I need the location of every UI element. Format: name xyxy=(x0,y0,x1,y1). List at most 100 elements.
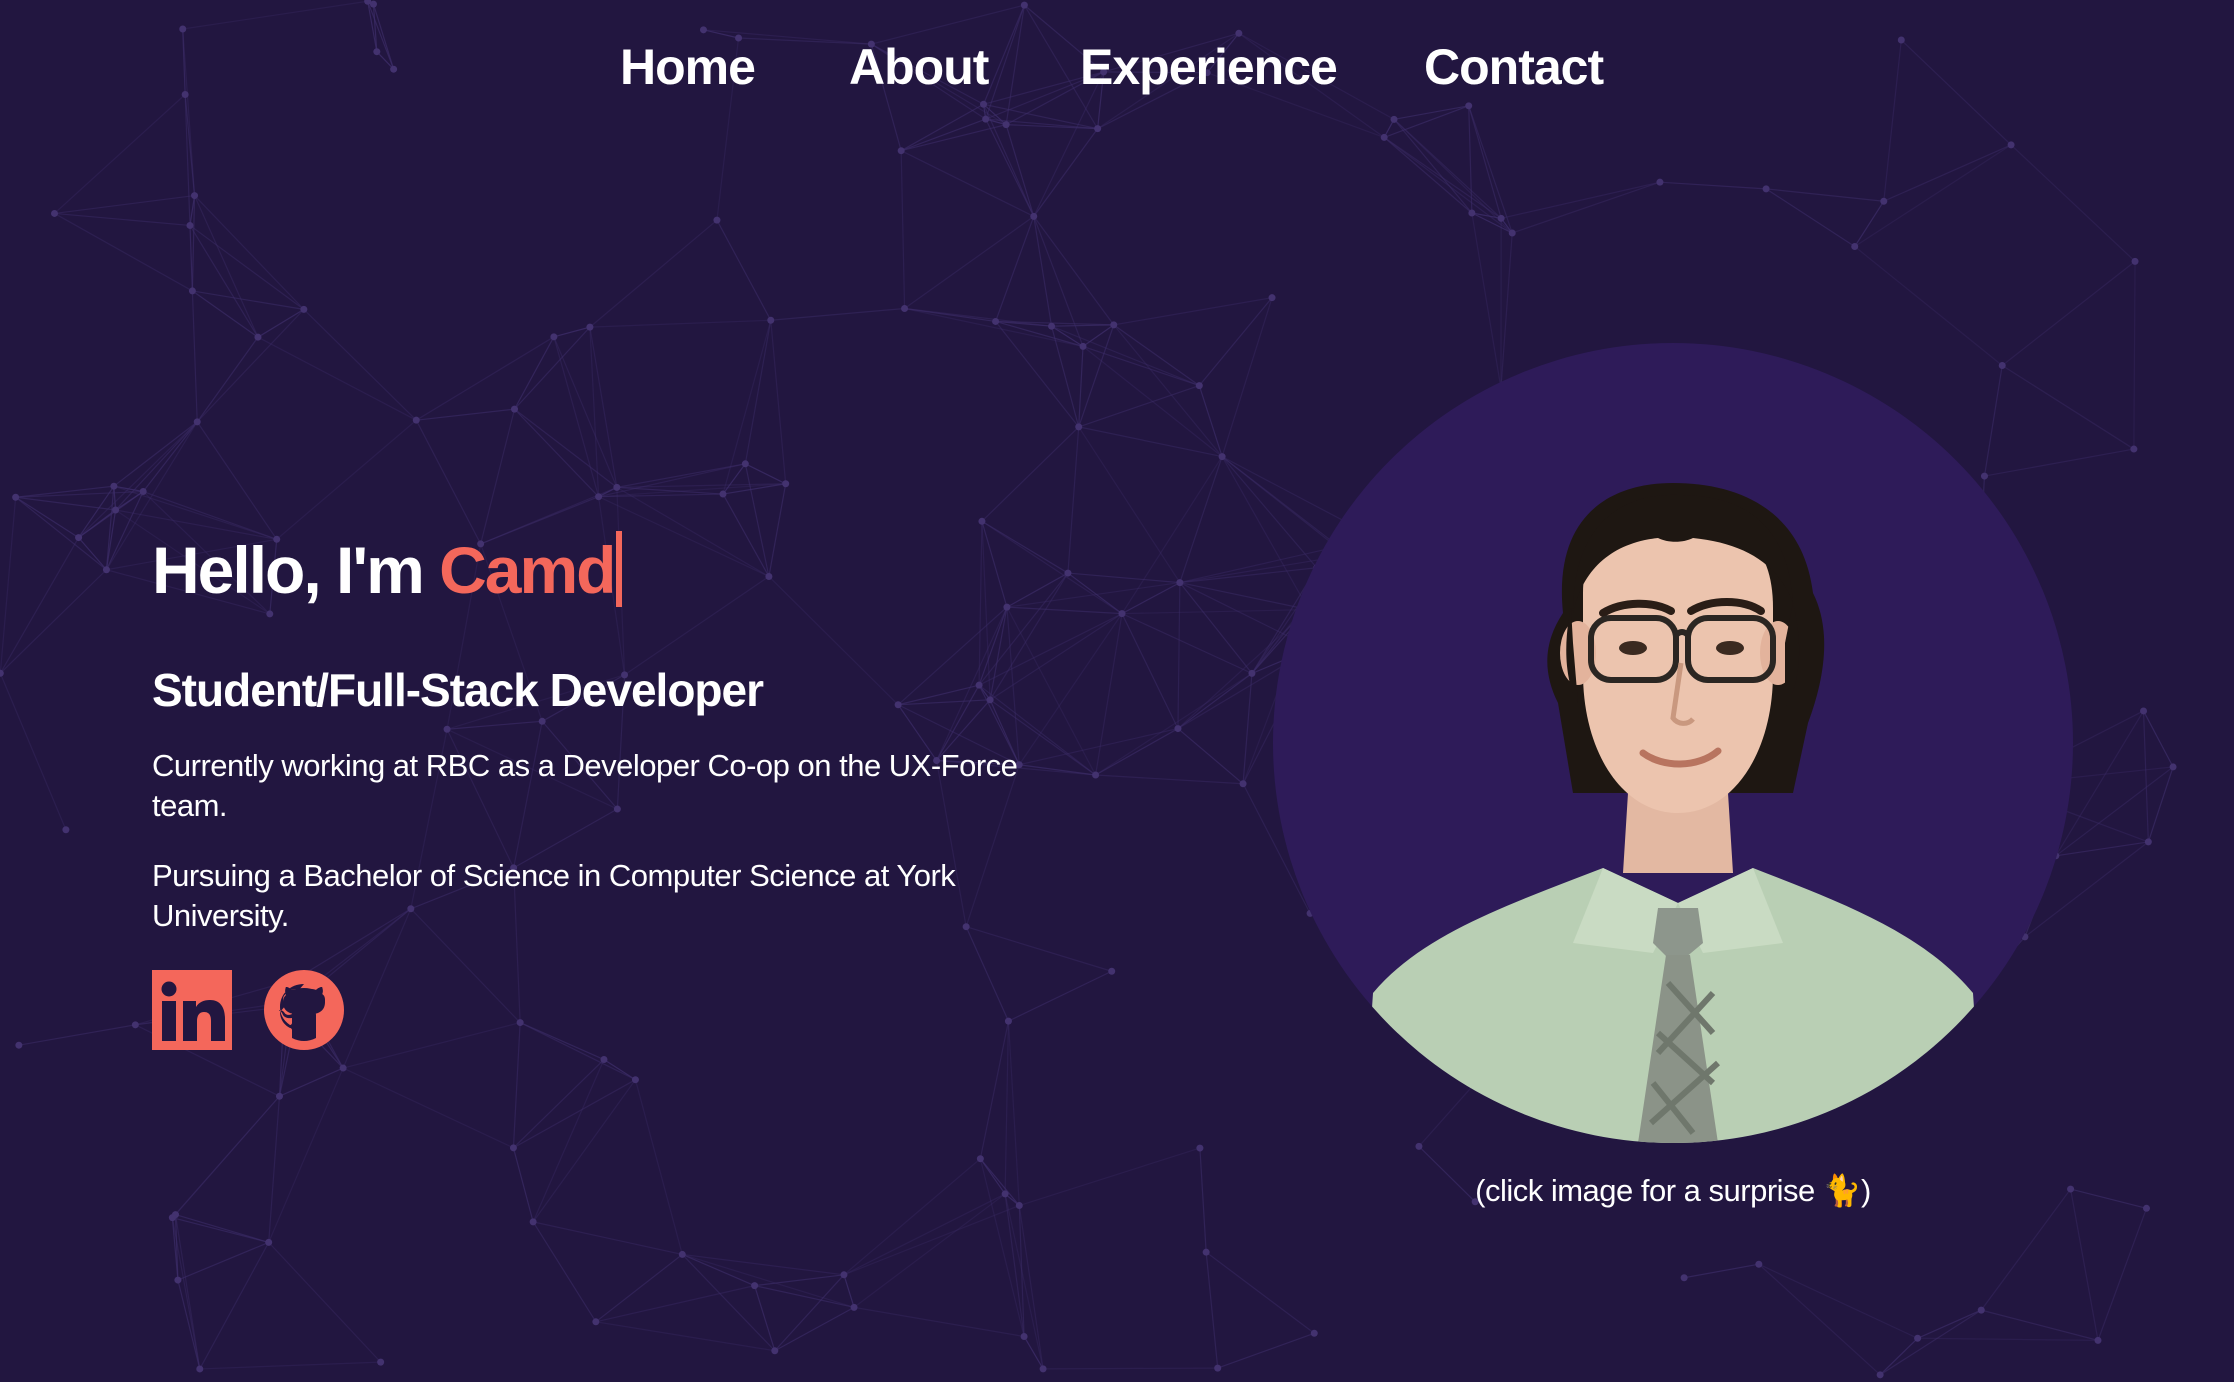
network-node xyxy=(1876,1371,1884,1379)
network-link xyxy=(15,490,144,498)
network-link xyxy=(2070,1188,2147,1209)
network-node xyxy=(1380,133,1388,141)
network-link xyxy=(0,569,107,674)
nav-experience[interactable]: Experience xyxy=(1080,38,1338,96)
github-icon[interactable] xyxy=(264,970,344,1050)
network-node xyxy=(1039,1365,1047,1373)
network-node xyxy=(982,115,990,123)
nav-contact[interactable]: Contact xyxy=(1424,38,1604,96)
nav-home[interactable]: Home xyxy=(620,38,756,96)
network-link xyxy=(2069,1188,2099,1341)
network-link xyxy=(257,336,417,421)
education-text: Pursuing a Bachelor of Science in Comput… xyxy=(152,858,956,933)
network-node xyxy=(978,517,986,525)
network-node xyxy=(188,287,196,295)
network-node xyxy=(1980,472,1988,480)
network-link xyxy=(1033,128,1099,217)
network-link xyxy=(54,212,193,292)
network-link xyxy=(995,321,1080,428)
network-link xyxy=(1766,188,1884,202)
current-job-text: Currently working at RBC as a Developer … xyxy=(152,748,1018,823)
network-node xyxy=(678,1250,686,1258)
network-link xyxy=(512,1147,534,1223)
network-link xyxy=(1177,728,1244,785)
network-link xyxy=(1512,181,1661,234)
network-node xyxy=(1248,669,1256,677)
network-link xyxy=(113,486,117,511)
network-link xyxy=(172,1217,269,1243)
network-link xyxy=(268,1241,382,1363)
linkedin-icon[interactable] xyxy=(152,970,232,1050)
nav-about[interactable]: About xyxy=(849,38,989,96)
network-link xyxy=(532,1221,597,1323)
typing-cursor xyxy=(616,531,623,607)
network-link xyxy=(553,336,618,488)
network-link xyxy=(1471,212,1502,389)
network-node xyxy=(897,147,905,155)
network-link xyxy=(770,320,787,484)
network-link xyxy=(415,336,555,421)
network-link xyxy=(722,320,772,495)
network-link xyxy=(1501,181,1661,219)
network-node xyxy=(1977,1306,1985,1314)
network-link xyxy=(15,496,79,539)
network-link xyxy=(1765,188,1856,248)
network-node xyxy=(1497,214,1505,222)
network-node xyxy=(1195,382,1203,390)
network-link xyxy=(1067,572,1123,615)
network-node xyxy=(1218,453,1226,461)
network-link xyxy=(1854,246,2003,366)
network-link xyxy=(196,421,278,540)
network-link xyxy=(193,195,259,338)
network-node xyxy=(275,1092,283,1100)
network-link xyxy=(853,1306,1025,1338)
network-link xyxy=(2097,1208,2148,1341)
network-link xyxy=(843,1274,855,1308)
network-node xyxy=(529,1218,537,1226)
portrait-image-button[interactable] xyxy=(1273,343,2073,1143)
network-link xyxy=(1113,297,1273,326)
network-node xyxy=(980,100,988,108)
network-link xyxy=(1033,216,1084,347)
network-node xyxy=(713,216,721,224)
network-node xyxy=(1015,1202,1023,1210)
network-link xyxy=(1179,567,1317,584)
network-link xyxy=(1051,324,1114,327)
network-node xyxy=(1310,1329,1318,1337)
network-node xyxy=(369,0,377,8)
network-link xyxy=(979,1158,1006,1195)
network-link xyxy=(196,308,305,423)
network-node xyxy=(2007,141,2015,149)
portrait-caption: (click image for a surprise 🐈) xyxy=(1475,1173,1871,1208)
network-node xyxy=(1239,780,1247,788)
network-link xyxy=(1221,456,1318,569)
network-node xyxy=(1998,361,2006,369)
network-node xyxy=(2142,1204,2150,1212)
network-node xyxy=(511,405,519,413)
network-link xyxy=(774,1306,855,1352)
network-link xyxy=(745,463,786,485)
network-link xyxy=(900,150,1035,217)
network-link xyxy=(1393,118,1473,214)
network-node xyxy=(179,25,187,33)
network-link xyxy=(1883,39,1902,202)
network-link xyxy=(532,1059,605,1223)
network-link xyxy=(514,408,618,488)
network-link xyxy=(744,320,772,464)
network-link xyxy=(982,4,1025,105)
network-link xyxy=(15,496,107,571)
social-links xyxy=(152,970,1072,1050)
network-link xyxy=(1883,144,2012,202)
network-node xyxy=(1465,102,1473,110)
network-link xyxy=(634,1079,683,1255)
network-node xyxy=(254,333,262,341)
network-link xyxy=(900,118,986,152)
network-link xyxy=(1684,1263,1759,1279)
network-link xyxy=(54,212,191,227)
network-link xyxy=(276,419,417,540)
typed-name: Camd xyxy=(439,533,616,607)
network-node xyxy=(1108,967,1116,975)
network-node xyxy=(1196,1144,1204,1152)
network-node xyxy=(112,506,120,514)
network-link xyxy=(1121,609,1309,615)
